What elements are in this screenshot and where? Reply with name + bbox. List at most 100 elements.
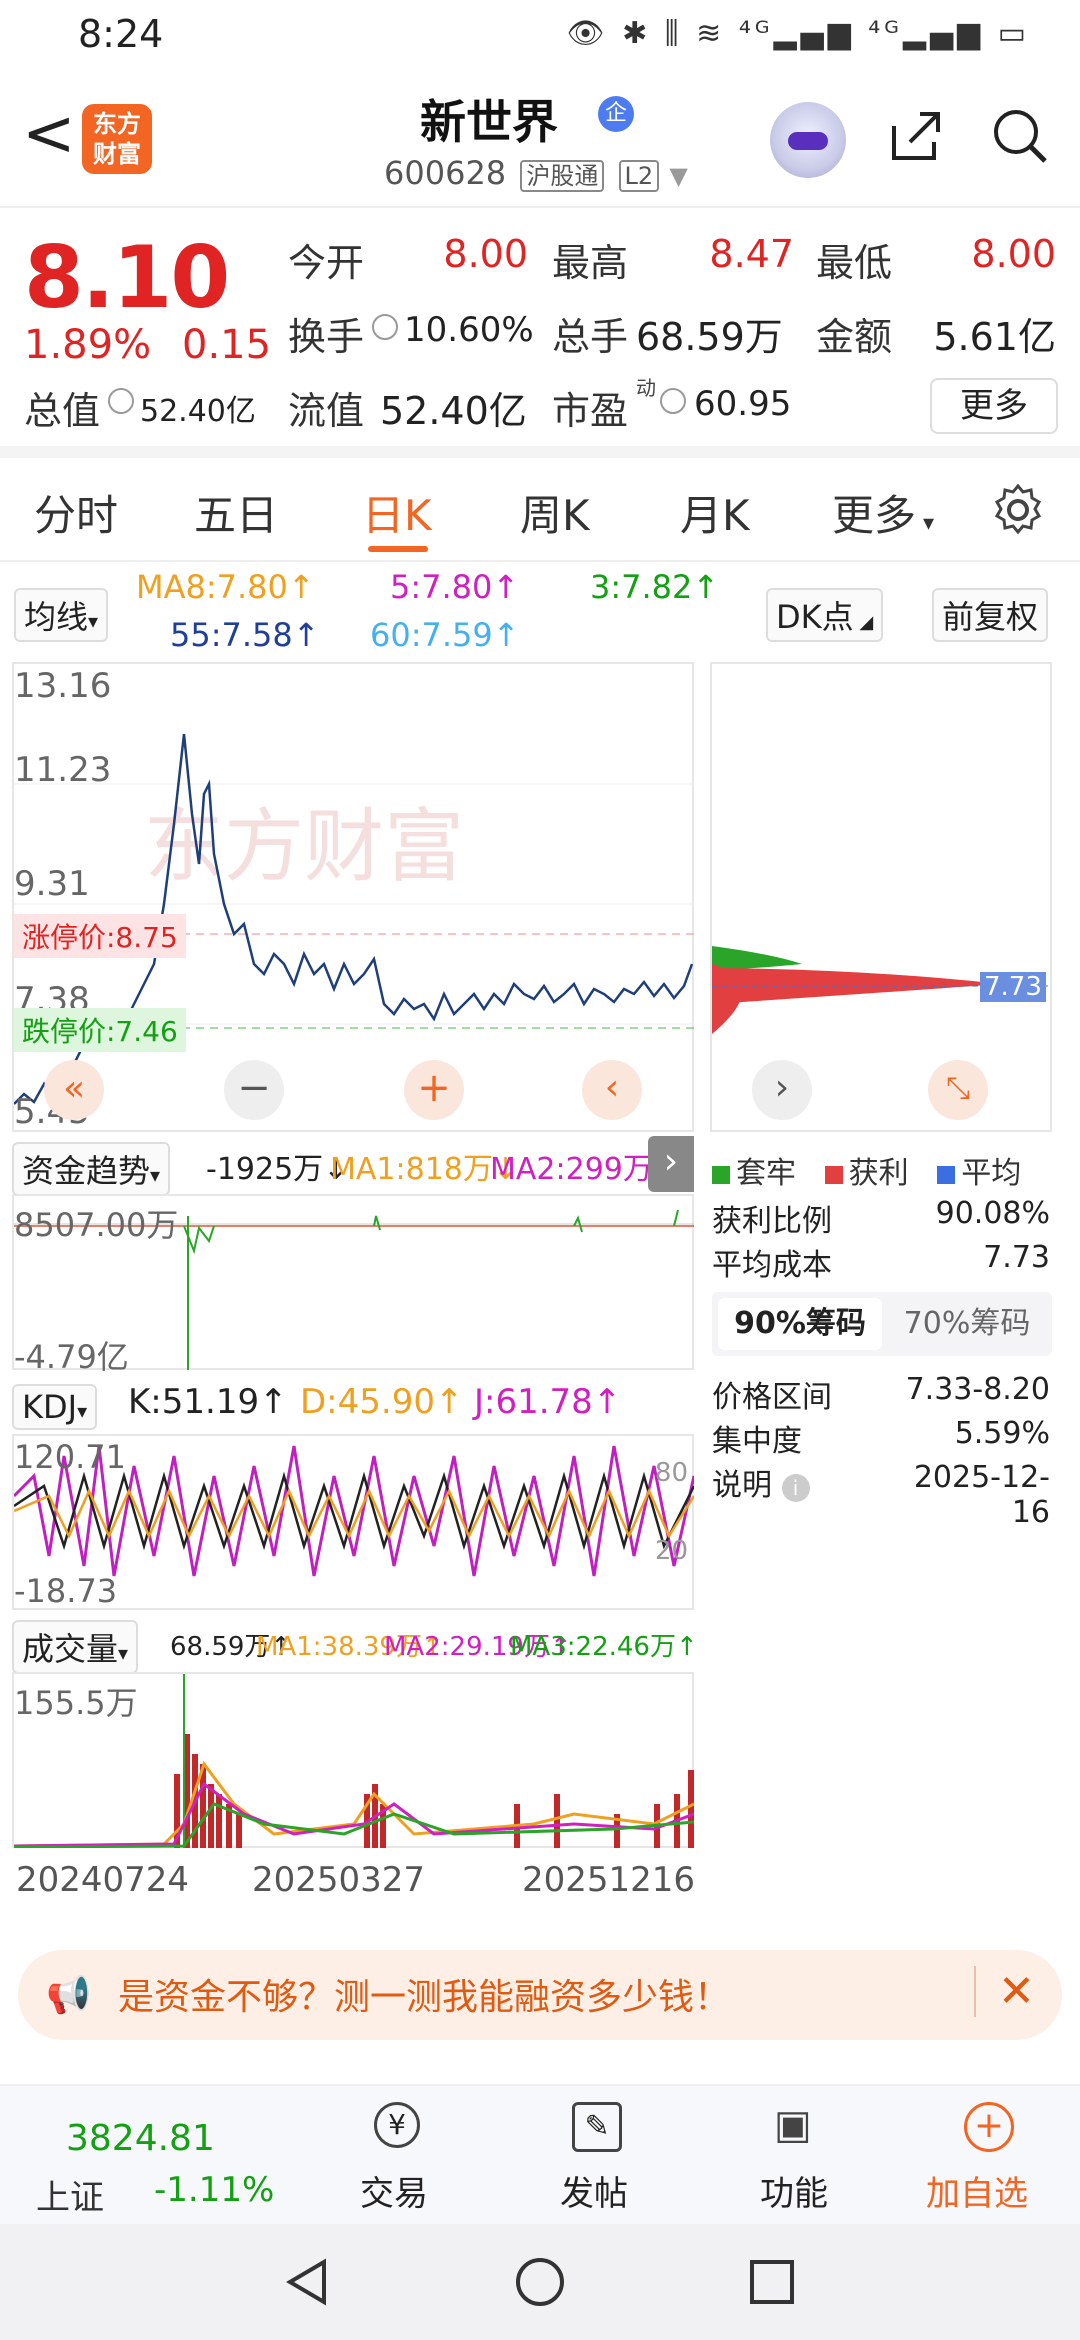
kdj-selector[interactable]: KDJ▾ (12, 1384, 98, 1430)
banner-text: 是资金不够？测一测我能融资多少钱！ (118, 1977, 731, 2018)
last-price: 8.10 (24, 228, 230, 328)
kdj-chart[interactable]: 120.71 -18.73 80 20 (12, 1434, 696, 1610)
tab-intraday[interactable]: 分时 (34, 482, 118, 543)
info-icon[interactable] (108, 388, 134, 414)
tab-more[interactable]: 更多 ▾ (832, 482, 934, 543)
nav-back-icon[interactable] (280, 2254, 336, 2310)
amount-value: 5.61亿 (933, 315, 1056, 359)
stock-name: 新世界 (420, 95, 558, 149)
low-value: 8.00 (971, 232, 1056, 276)
collapse-arrow-icon[interactable]: › (648, 1136, 694, 1192)
avg-cost-label: 平均成本 (712, 1248, 832, 1283)
trade-button[interactable]: ¥ 交易 (336, 2102, 456, 2222)
pe-label: 市盈 (552, 389, 629, 433)
profit-ratio-value: 90.08% (935, 1196, 1050, 1231)
logo-text: 东方 财富 (93, 110, 141, 168)
amount-label: 金额 (816, 315, 893, 359)
post-label: 发帖 (560, 2174, 628, 2214)
dk-point-selector[interactable]: DK点 ◢ (766, 588, 884, 642)
chip-legend: 套牢 获利 平均 (712, 1148, 1021, 1192)
period-tabs: 分时 五日 日K 周K 月K 更多 ▾ (0, 458, 1080, 562)
note-label: 说明 i (712, 1460, 810, 1504)
fund-trend-chart[interactable]: 8507.00万 -4.79亿 (12, 1194, 694, 1376)
info-icon[interactable]: i (781, 1474, 810, 1502)
volume-label: 总手 (552, 315, 629, 359)
add-watchlist-button[interactable]: + 加自选 (920, 2102, 1060, 2222)
status-bar: 8:24 👁 ✱ ⫼ ≋ ⁴ᴳ▂▄▆ ⁴ᴳ▂▄▆ ▭ (0, 0, 1080, 72)
adjust-selector[interactable]: 前复权 (932, 588, 1049, 642)
tab-monthly-k[interactable]: 月K (680, 482, 750, 543)
profit-swatch (824, 1165, 843, 1184)
close-icon[interactable]: ✕ (974, 1966, 1035, 2017)
kline-svg: 东方财富 (13, 733, 694, 1107)
share-icon[interactable] (886, 106, 946, 166)
pe-dynamic-sup: 动 (636, 376, 656, 400)
ma3-label: 3:7.82↑ (590, 568, 720, 606)
volume-selector[interactable]: 成交量▾ (12, 1620, 139, 1674)
low-label: 最低 (816, 241, 893, 285)
kline-chart[interactable]: 东方财富 13.16 11.23 9.31 7.38 5.45 涨停价:8.75… (12, 662, 694, 1132)
kdj-top-label: 120.71 (14, 1438, 126, 1476)
eastmoney-logo: 东方 财富 (82, 104, 152, 174)
settings-gear-icon[interactable] (990, 482, 1046, 538)
status-time: 8:24 (78, 12, 164, 56)
tab-90-chips[interactable]: 90%筹码 (718, 1298, 882, 1350)
volume-chart[interactable]: 155.5万 (12, 1672, 695, 1849)
date-label-mid: 20250327 (252, 1860, 426, 1900)
ma-selector[interactable]: 均线▾ (14, 588, 109, 642)
tab-more-label: 更多 (832, 491, 917, 540)
tab-daily-k[interactable]: 日K (362, 482, 432, 543)
date-label-start: 20240724 (16, 1860, 190, 1900)
zoom-in-icon[interactable]: + (404, 1060, 464, 1120)
back-icon[interactable]: < (22, 102, 76, 166)
trapped-label: 套牢 (736, 1156, 796, 1191)
status-icons: 👁 ✱ ⫼ ≋ ⁴ᴳ▂▄▆ ⁴ᴳ▂▄▆ ▭ (566, 16, 1030, 51)
index-change: -1.11% (154, 2170, 275, 2210)
index-value[interactable]: 3824.81 (66, 2118, 215, 2159)
promo-banner[interactable]: 📢 是资金不够？测一测我能融资多少钱！ ✕ (18, 1950, 1062, 2040)
post-button[interactable]: ✎ 发帖 (536, 2102, 656, 2222)
system-nav-bar (0, 2224, 1080, 2340)
up-limit-label: 涨停价:8.75 (14, 914, 186, 958)
caret-icon: ◢ (853, 612, 874, 633)
nav-recent-icon[interactable] (744, 2254, 800, 2310)
tab-70-chips[interactable]: 70%筹码 (888, 1298, 1046, 1350)
zoom-out-icon[interactable]: − (224, 1060, 284, 1120)
nav-home-icon[interactable] (512, 2254, 568, 2310)
plus-circle-icon: + (964, 2102, 1014, 2152)
ai-assistant-avatar[interactable] (770, 102, 846, 178)
previous-icon[interactable]: ‹ (582, 1060, 642, 1120)
index-name: 上证 (36, 2178, 104, 2218)
fund-value: -1925万↓ (206, 1152, 349, 1187)
kdj-80-label: 80 (654, 1458, 688, 1488)
change-amount: 0.15 (182, 322, 272, 368)
dropdown-icon[interactable]: ▼ (669, 162, 687, 190)
edit-icon: ✎ (572, 2102, 622, 2152)
kdj-k: K:51.19↑ (128, 1382, 288, 1422)
search-icon[interactable] (990, 106, 1050, 166)
tab-weekly-k[interactable]: 周K (520, 482, 590, 543)
stock-code-line[interactable]: 600628 沪股通 L2 ▼ (384, 154, 688, 192)
info-icon[interactable] (660, 388, 686, 414)
next-icon[interactable]: › (752, 1060, 812, 1120)
functions-button[interactable]: ▣ 功能 (736, 2102, 856, 2222)
change-percent: 1.89% (24, 322, 152, 368)
avg-cost-tag: 7.73 (980, 972, 1046, 1002)
profit-ratio-label: 获利比例 (712, 1204, 832, 1239)
open-label: 今开 (288, 241, 365, 285)
ma55-label: 55:7.58↑ (170, 616, 320, 654)
market-cap-label: 总值 (24, 389, 101, 433)
more-quote-button[interactable]: 更多 (930, 378, 1058, 434)
l2-tag: L2 (618, 160, 660, 192)
rewind-icon[interactable]: « (44, 1060, 104, 1120)
expand-icon[interactable]: ⤡ (928, 1060, 988, 1120)
tab-five-day[interactable]: 五日 (194, 482, 278, 543)
kdj-d: D:45.90↑ (300, 1382, 464, 1422)
chip-distribution-chart[interactable]: 7.73 › ⤡ (710, 662, 1052, 1132)
fund-trend-selector[interactable]: 资金趋势▾ (12, 1142, 171, 1196)
avg-label: 平均 (961, 1156, 1022, 1191)
info-icon[interactable] (372, 314, 398, 340)
high-label: 最高 (552, 241, 629, 285)
volume-selector-label: 成交量 (22, 1630, 119, 1668)
caret-down-icon: ▾ (150, 1163, 161, 1187)
